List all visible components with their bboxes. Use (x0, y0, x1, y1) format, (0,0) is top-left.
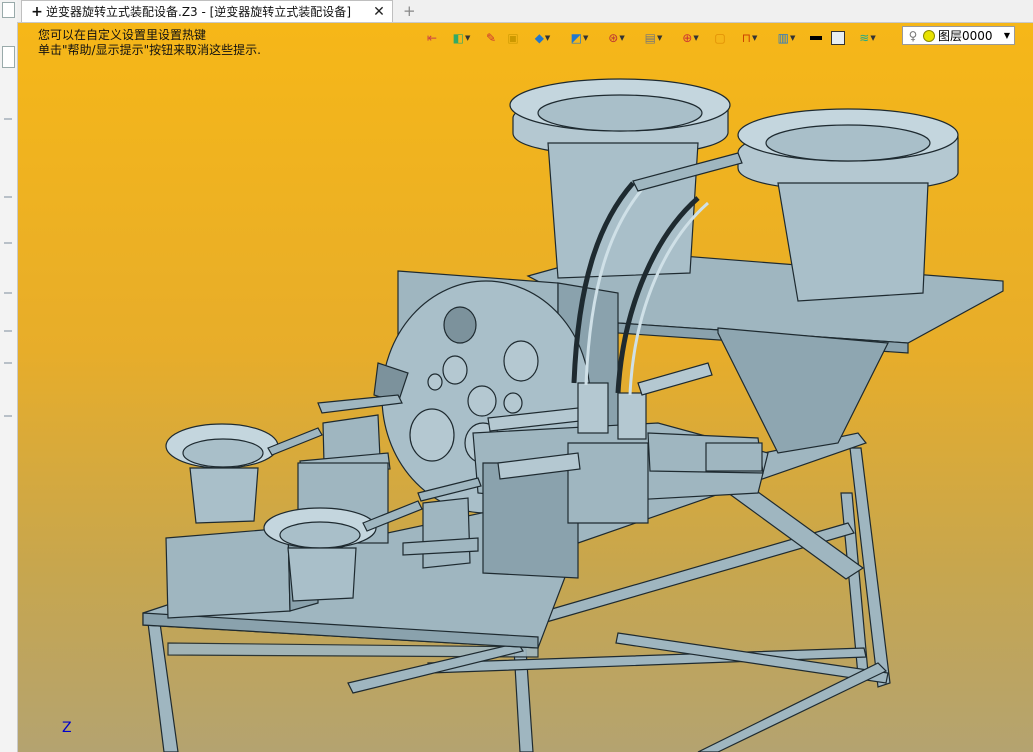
panel-toggle-icon[interactable] (2, 2, 15, 18)
target-icon[interactable]: ⊕ ▼ (672, 28, 709, 48)
panel-divider (4, 196, 12, 198)
close-icon[interactable]: ✕ (370, 4, 388, 20)
panel-divider (4, 242, 12, 244)
document-tab-bar: + 逆变器旋转立式装配设备.Z3 - [逆变器旋转立式装配设备] ✕ + (17, 0, 1033, 23)
z-axis-label: Z (62, 720, 72, 736)
axis-triad: Z (62, 720, 72, 736)
machine-model (142, 78, 1004, 752)
pencil-icon[interactable]: ✎ (480, 28, 502, 48)
chevron-down-icon[interactable]: ▼ (1000, 31, 1014, 40)
stack-icon[interactable]: ≋ ▼ (849, 28, 886, 48)
document-tab[interactable]: + 逆变器旋转立式装配设备.Z3 - [逆变器旋转立式装配设备] ✕ (21, 0, 393, 22)
wheel-icon[interactable]: ⊛ ▼ (598, 28, 635, 48)
box-icon[interactable]: ▣ (502, 28, 524, 48)
panel-divider (4, 330, 12, 332)
panel-divider (4, 118, 12, 120)
view-toolbar: ⇤ ◧ ▼ ✎ ▣ ◆ ▼ ◩ ▼ ⊛ ▼ ▤ ▼ ⊕ ▼ ▢ ⊓ ▼ ▥ ▼ ≋ ▼ (421, 27, 886, 49)
plus-icon[interactable]: + (28, 4, 46, 20)
panel-divider (4, 415, 12, 417)
color-black-icon[interactable] (805, 28, 827, 48)
hint-text: 您可以在自定义设置里设置热键 单击"帮助/显示提示"按钮来取消这些提示. (38, 28, 261, 58)
lightbulb-icon[interactable]: ♀ (906, 29, 920, 43)
image-icon[interactable]: ▤ ▼ (635, 28, 672, 48)
left-panel-strip[interactable] (0, 0, 18, 752)
frame-icon[interactable]: ▢ (709, 28, 731, 48)
hint-line-help: 单击"帮助/显示提示"按钮来取消这些提示. (38, 43, 261, 57)
hint-line-hotkey: 您可以在自定义设置里设置热键 (38, 28, 207, 42)
display-icon[interactable]: ▥ ▼ (768, 28, 805, 48)
document-tab-title: 逆变器旋转立式装配设备.Z3 - [逆变器旋转立式装配设备] (46, 5, 351, 19)
panel-divider (4, 292, 12, 294)
new-tab-icon[interactable]: + (403, 2, 416, 20)
view-icon[interactable]: ◩ ▼ (561, 28, 598, 48)
3d-viewport[interactable]: 您可以在自定义设置里设置热键 单击"帮助/显示提示"按钮来取消这些提示. ⇤ ◧… (18, 23, 1033, 752)
dimension-icon[interactable]: ⊓ ▼ (731, 28, 768, 48)
panel-scroll-handle[interactable] (2, 46, 15, 68)
layer-name: 图层0000 (938, 29, 993, 43)
layer-tool-icon[interactable]: ◧ ▼ (443, 28, 480, 48)
panel-divider (4, 362, 12, 364)
cube-icon[interactable]: ◆ ▼ (524, 28, 561, 48)
layer-color-icon (923, 29, 935, 42)
color-white-icon[interactable] (827, 28, 849, 48)
exit-icon[interactable]: ⇤ (421, 28, 443, 48)
layer-select[interactable]: ♀ 图层0000 ▼ (902, 26, 1015, 45)
